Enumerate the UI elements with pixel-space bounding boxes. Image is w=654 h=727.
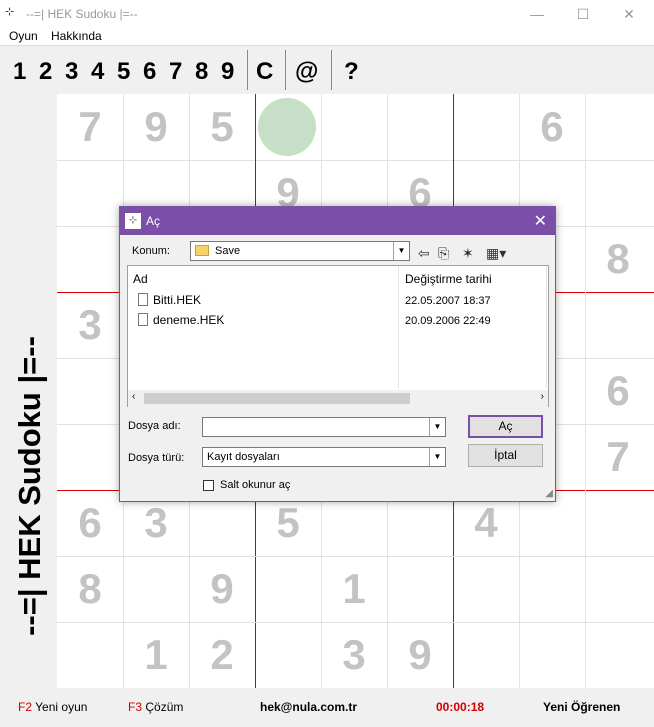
sudoku-cell[interactable]: 1 [123, 622, 189, 688]
open-file-dialog: ⊹ Aç ✕ Konum: Save ▼ ⇦ ⎘ ✶ ▦▾ Ad Değişti… [119, 206, 556, 502]
sudoku-cell[interactable]: 9 [387, 622, 453, 688]
sudoku-cell[interactable]: 9 [189, 556, 255, 622]
filename-input[interactable]: ▼ [202, 417, 446, 437]
sudoku-cell[interactable]: 8 [57, 556, 123, 622]
scroll-left-icon[interactable]: ‹ [132, 391, 135, 402]
digit-9-button[interactable]: 9 [221, 58, 234, 86]
menu-bar: Oyun Hakkında [0, 28, 654, 46]
toolbar-separator [285, 50, 286, 90]
clear-button[interactable]: C [256, 58, 273, 86]
dialog-title-bar: ⊹ Aç ✕ [120, 207, 555, 235]
back-arrow-icon[interactable]: ⇦ [418, 245, 430, 262]
file-list[interactable]: Ad Değiştirme tarihi Bitti.HEK 22.05.200… [127, 265, 549, 407]
readonly-checkbox[interactable] [203, 480, 214, 491]
filename-label: Dosya adı: [128, 420, 181, 432]
filetype-select[interactable]: Kayıt dosyaları ▼ [202, 447, 446, 467]
chevron-down-icon[interactable]: ▼ [429, 448, 445, 466]
side-band: --=| HEK Sudoku |=-- [0, 94, 57, 688]
minimize-button[interactable]: — [514, 0, 560, 28]
horizontal-scrollbar[interactable]: ‹ › [128, 390, 548, 407]
status-new-game: F2 Yeni oyun [18, 700, 88, 714]
view-menu-icon[interactable]: ▦▾ [486, 245, 506, 262]
column-date-header[interactable]: Değiştirme tarihi [405, 272, 492, 286]
sudoku-cell[interactable]: 1 [321, 556, 387, 622]
status-timer: 00:00:18 [436, 700, 485, 714]
list-item[interactable]: Bitti.HEK [138, 293, 201, 308]
location-label: Konum: [132, 245, 170, 257]
sudoku-cell[interactable]: 6 [57, 490, 123, 556]
title-bar: ⊹ --=| HEK Sudoku |=-- — ☐ ✕ [0, 0, 654, 28]
menu-game[interactable]: Oyun [9, 29, 38, 43]
number-toolbar: 1 2 3 4 5 6 7 8 9 C @ ? [0, 46, 654, 94]
sudoku-cell[interactable]: 5 [189, 94, 255, 160]
dialog-close-icon[interactable]: ✕ [534, 211, 547, 231]
status-solution: F3 Çözüm [128, 700, 184, 714]
sudoku-cell[interactable]: 3 [57, 292, 123, 358]
file-icon [138, 313, 148, 327]
digit-2-button[interactable]: 2 [39, 58, 52, 86]
sudoku-cell[interactable]: 7 [585, 424, 651, 490]
dialog-title: Aç [146, 214, 161, 228]
scroll-thumb[interactable] [144, 393, 410, 404]
sudoku-cell[interactable]: 8 [585, 226, 651, 292]
sudoku-cell[interactable]: 6 [585, 358, 651, 424]
toolbar-separator [331, 50, 332, 90]
maximize-button[interactable]: ☐ [560, 0, 606, 28]
folder-icon [195, 244, 209, 256]
resize-grip-icon[interactable]: ◢ [545, 488, 553, 499]
location-value: Save [215, 245, 241, 257]
grid-line-horizontal [57, 160, 654, 161]
digit-4-button[interactable]: 4 [91, 58, 104, 86]
filetype-label: Dosya türü: [128, 452, 185, 464]
digit-1-button[interactable]: 1 [13, 58, 26, 86]
digit-7-button[interactable]: 7 [169, 58, 182, 86]
status-level: Yeni Öğrenen [543, 700, 621, 714]
chevron-down-icon[interactable]: ▼ [393, 242, 409, 260]
digit-6-button[interactable]: 6 [143, 58, 156, 86]
window-title: --=| HEK Sudoku |=-- [26, 7, 138, 21]
sudoku-cell[interactable]: 9 [123, 94, 189, 160]
readonly-label: Salt okunur aç [220, 479, 291, 491]
menu-about[interactable]: Hakkında [51, 29, 102, 43]
location-combo[interactable]: Save ▼ [190, 241, 410, 261]
toolbar-separator [247, 50, 248, 90]
list-item[interactable]: deneme.HEK [138, 313, 224, 328]
digit-5-button[interactable]: 5 [117, 58, 130, 86]
up-folder-icon[interactable]: ⎘ [438, 245, 449, 262]
new-folder-icon[interactable]: ✶ [462, 245, 474, 262]
side-title: --=| HEK Sudoku |=-- [12, 336, 47, 636]
status-email: hek@nula.com.tr [260, 700, 358, 714]
dialog-app-icon: ⊹ [125, 213, 141, 229]
digit-3-button[interactable]: 3 [65, 58, 78, 86]
help-button[interactable]: ? [344, 58, 359, 86]
sudoku-cell[interactable]: 7 [57, 94, 123, 160]
column-separator [546, 266, 547, 388]
sudoku-cell[interactable]: 3 [321, 622, 387, 688]
status-bar: F2 Yeni oyun F3 Çözüm hek@nula.com.tr 00… [0, 688, 654, 727]
sudoku-cell[interactable]: 2 [189, 622, 255, 688]
sudoku-cell[interactable]: 6 [519, 94, 585, 160]
scroll-right-icon[interactable]: › [541, 391, 544, 402]
column-name-header[interactable]: Ad [133, 272, 148, 286]
selection-highlight [258, 98, 316, 156]
chevron-down-icon[interactable]: ▼ [429, 418, 445, 436]
close-button[interactable]: ✕ [606, 0, 652, 28]
list-item-date: 22.05.2007 18:37 [405, 295, 491, 307]
list-item-date: 20.09.2006 22:49 [405, 315, 491, 327]
app-icon: ⊹ [5, 6, 15, 18]
at-button[interactable]: @ [295, 58, 318, 86]
open-button[interactable]: Aç [468, 415, 543, 438]
digit-8-button[interactable]: 8 [195, 58, 208, 86]
column-separator [398, 266, 399, 388]
file-icon [138, 293, 148, 307]
cancel-button[interactable]: İptal [468, 444, 543, 467]
